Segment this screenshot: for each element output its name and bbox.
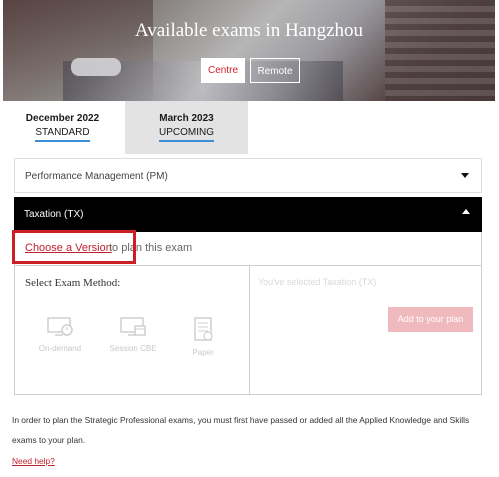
method-label: Paper [192,348,214,357]
selection-section: You've selected Taxation (TX) Add to you… [250,266,481,394]
method-paper[interactable]: Paper [173,316,233,357]
centre-button[interactable]: Centre [201,58,245,83]
tab-status: STANDARD [35,127,90,142]
computer-clock-icon [47,317,73,336]
exam-method-label: Select Exam Method: [25,277,121,289]
choose-version-row: Choose a Version to plan this exam [12,230,481,266]
tab-month: December 2022 [25,113,100,124]
accordion-label: Taxation (TX) [24,209,84,220]
selected-exam-text: You've selected Taxation (TX) [258,277,377,287]
add-to-plan-button[interactable]: Add to your plan [388,307,473,332]
need-help-link[interactable]: Need help? [12,456,55,466]
accordion-performance-management[interactable]: Performance Management (PM) [14,158,482,193]
page-title: Available exams in Hangzhou [134,20,364,41]
method-label: Session CBE [109,344,157,353]
exam-panel: Choose a Version to plan this exam Selec… [12,230,482,395]
method-on-demand[interactable]: On-demand [30,316,90,353]
chevron-down-icon [461,173,469,178]
chevron-up-icon [462,209,470,214]
requirements-note: In order to plan the Strategic Professio… [12,415,470,445]
choose-version-text: to plan this exam [109,242,193,254]
hero-car [71,58,121,76]
hero-building-right [385,0,495,101]
hero-banner: Available exams in Hangzhou Centre Remot… [3,0,495,101]
method-label: On-demand [38,344,82,353]
method-session-cbe[interactable]: Session CBE [103,316,163,353]
choose-version-link[interactable]: Choose a Version [25,242,112,254]
remote-button[interactable]: Remote [250,58,300,83]
exam-method-section: Select Exam Method: On-demand Session CB… [15,266,250,394]
tab-month: March 2023 [159,113,214,124]
tab-march-2023[interactable]: March 2023 UPCOMING [125,101,248,154]
tab-status: UPCOMING [159,127,214,142]
accordion-label: Performance Management (PM) [25,171,168,182]
computer-calendar-icon [120,317,146,336]
tab-december-2022[interactable]: December 2022 STANDARD [0,101,125,154]
paper-document-icon [194,317,213,341]
accordion-taxation[interactable]: Taxation (TX) [14,197,482,232]
